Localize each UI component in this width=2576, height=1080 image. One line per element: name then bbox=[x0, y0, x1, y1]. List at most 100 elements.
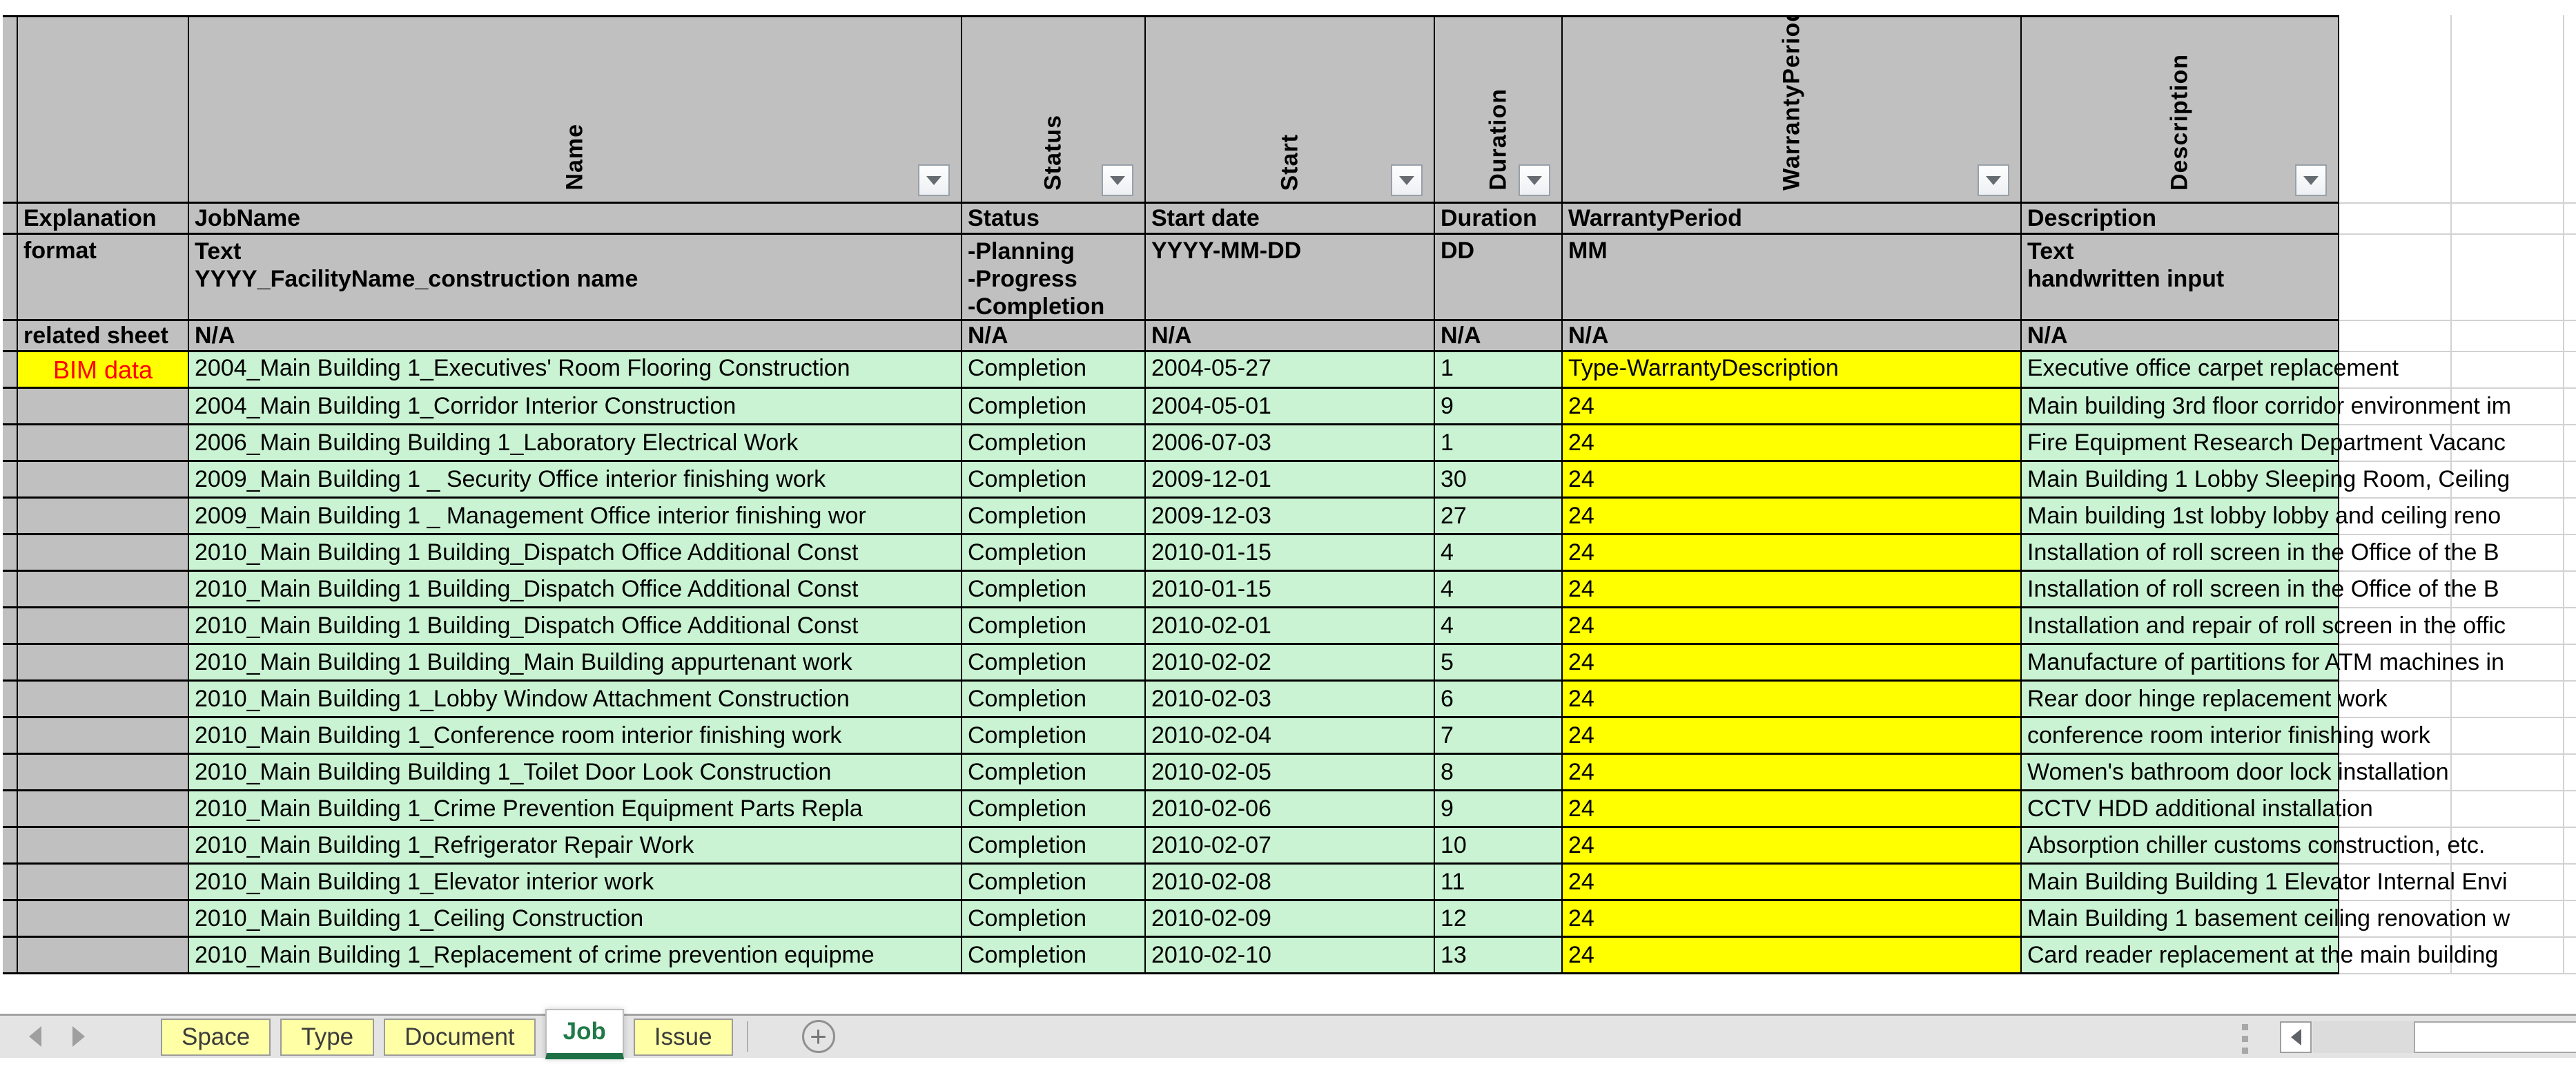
format-start[interactable]: YYYY-MM-DD bbox=[1146, 235, 1435, 321]
bim-data-parameter-label[interactable]: BIM data parameter bbox=[18, 352, 189, 389]
cell-start[interactable]: 2010-02-08 bbox=[1146, 865, 1435, 901]
tab-scroll-right-icon[interactable] bbox=[72, 1026, 85, 1047]
cell-start[interactable]: 2006-07-03 bbox=[1146, 425, 1435, 462]
row-label-cell[interactable] bbox=[18, 901, 189, 938]
cell-duration[interactable]: 12 bbox=[1435, 901, 1563, 938]
cell-name[interactable]: 2010_Main Building 1_Lobby Window Attach… bbox=[189, 682, 962, 718]
cell-description[interactable]: conference room interior finishing work bbox=[2022, 718, 2339, 755]
cell-name[interactable]: 2010_Main Building 1_Elevator interior w… bbox=[189, 865, 962, 901]
explanation-label[interactable]: Explanation bbox=[18, 204, 189, 235]
cell-description[interactable]: Installation and repair of roll screen i… bbox=[2022, 608, 2339, 645]
hscroll-thumb[interactable] bbox=[2414, 1021, 2576, 1053]
empty-cell[interactable] bbox=[2564, 462, 2576, 499]
related-description[interactable]: N/A bbox=[2022, 321, 2339, 352]
stub-cell[interactable] bbox=[3, 462, 18, 499]
row-label-cell[interactable] bbox=[18, 535, 189, 572]
header-cell-start[interactable]: Start bbox=[1146, 15, 1435, 204]
cell-warranty[interactable]: 24 bbox=[1563, 608, 2022, 645]
cell-start[interactable]: 2010-02-03 bbox=[1146, 682, 1435, 718]
cell-status[interactable]: Completion bbox=[962, 938, 1146, 974]
stub-cell[interactable] bbox=[3, 572, 18, 608]
format-warranty[interactable]: MM bbox=[1563, 235, 2022, 321]
empty-cell[interactable] bbox=[2564, 389, 2576, 425]
cell-warranty[interactable]: 24 bbox=[1563, 865, 2022, 901]
stub-cell[interactable] bbox=[3, 901, 18, 938]
cell-warranty[interactable]: 24 bbox=[1563, 425, 2022, 462]
row-label-cell[interactable] bbox=[18, 572, 189, 608]
cell-duration[interactable]: 4 bbox=[1435, 535, 1563, 572]
cell-warranty[interactable]: 24 bbox=[1563, 938, 2022, 974]
cell-description[interactable]: Absorption chiller customs construction,… bbox=[2022, 828, 2339, 865]
stub-cell[interactable] bbox=[3, 791, 18, 828]
related-duration[interactable]: N/A bbox=[1435, 321, 1563, 352]
cell-duration[interactable]: 1 bbox=[1435, 425, 1563, 462]
cell-name[interactable]: 2010_Main Building 1 Building_Dispatch O… bbox=[189, 572, 962, 608]
filter-dropdown-icon[interactable] bbox=[1391, 164, 1423, 196]
row-label-cell[interactable] bbox=[18, 682, 189, 718]
row-label-cell[interactable] bbox=[18, 389, 189, 425]
empty-cell[interactable] bbox=[2564, 865, 2576, 901]
cell-name[interactable]: 2010_Main Building 1_Crime Prevention Eq… bbox=[189, 791, 962, 828]
format-description[interactable]: Text handwritten input bbox=[2022, 235, 2339, 321]
filter-dropdown-icon[interactable] bbox=[2295, 164, 2327, 196]
stub-cell[interactable] bbox=[3, 15, 18, 204]
cell-name[interactable]: 2010_Main Building Building 1_Toilet Doo… bbox=[189, 755, 962, 791]
empty-cell[interactable] bbox=[2564, 204, 2576, 235]
row-label-cell[interactable] bbox=[18, 791, 189, 828]
empty-cell[interactable] bbox=[2452, 352, 2564, 389]
cell-warranty[interactable]: 24 bbox=[1563, 755, 2022, 791]
cell-duration[interactable]: 7 bbox=[1435, 718, 1563, 755]
cell-warranty[interactable]: 24 bbox=[1563, 791, 2022, 828]
cell-duration[interactable]: 27 bbox=[1435, 499, 1563, 535]
related-warranty[interactable]: N/A bbox=[1563, 321, 2022, 352]
related-start[interactable]: N/A bbox=[1146, 321, 1435, 352]
cell-duration[interactable]: 11 bbox=[1435, 865, 1563, 901]
cell-warranty[interactable]: 24 bbox=[1563, 462, 2022, 499]
cell-start[interactable]: 2004-05-27 bbox=[1146, 352, 1435, 389]
related-status[interactable]: N/A bbox=[962, 321, 1146, 352]
stub-cell[interactable] bbox=[3, 828, 18, 865]
cell-duration[interactable]: 9 bbox=[1435, 389, 1563, 425]
format-label[interactable]: format bbox=[18, 235, 189, 321]
header-cell-status[interactable]: Status bbox=[962, 15, 1146, 204]
cell-description[interactable]: Card reader replacement at the main buil… bbox=[2022, 938, 2339, 974]
cell-warranty[interactable]: 24 bbox=[1563, 828, 2022, 865]
cell-status[interactable]: Completion bbox=[962, 572, 1146, 608]
cell-start[interactable]: 2010-01-15 bbox=[1146, 535, 1435, 572]
cell-warranty[interactable]: 24 bbox=[1563, 718, 2022, 755]
row-label-cell[interactable] bbox=[18, 608, 189, 645]
row-label-cell[interactable] bbox=[18, 425, 189, 462]
cell-status[interactable]: Completion bbox=[962, 682, 1146, 718]
stub-cell[interactable] bbox=[3, 535, 18, 572]
cell-start[interactable]: 2010-02-06 bbox=[1146, 791, 1435, 828]
cell-start[interactable]: 2010-02-04 bbox=[1146, 718, 1435, 755]
cell-start[interactable]: 2004-05-01 bbox=[1146, 389, 1435, 425]
stub-cell[interactable] bbox=[3, 865, 18, 901]
stub-cell[interactable] bbox=[3, 718, 18, 755]
empty-cell[interactable] bbox=[2564, 235, 2576, 321]
tab-scroll-left-icon[interactable] bbox=[29, 1026, 41, 1047]
stub-cell[interactable] bbox=[3, 321, 18, 352]
cell-duration[interactable]: 4 bbox=[1435, 608, 1563, 645]
format-status[interactable]: -Planning -Progress -Completion bbox=[962, 235, 1146, 321]
cell-duration[interactable]: 9 bbox=[1435, 791, 1563, 828]
empty-cell[interactable] bbox=[2564, 828, 2576, 865]
cell-warranty[interactable]: 24 bbox=[1563, 535, 2022, 572]
cell-description[interactable]: Installation of roll screen in the Offic… bbox=[2022, 572, 2339, 608]
cell-name[interactable]: 2004_Main Building 1_Corridor Interior C… bbox=[189, 389, 962, 425]
cell-warranty[interactable]: 24 bbox=[1563, 572, 2022, 608]
empty-cell[interactable] bbox=[2564, 682, 2576, 718]
sheet-tab-type[interactable]: Type bbox=[280, 1019, 374, 1056]
cell-name[interactable]: 2010_Main Building 1_Refrigerator Repair… bbox=[189, 828, 962, 865]
cell-description[interactable]: Installation of roll screen in the Offic… bbox=[2022, 535, 2339, 572]
cell-start[interactable]: 2010-02-05 bbox=[1146, 755, 1435, 791]
cell-description[interactable]: Main building 1st lobby lobby and ceilin… bbox=[2022, 499, 2339, 535]
cell-status[interactable]: Completion bbox=[962, 425, 1146, 462]
cell-warranty[interactable]: Type-WarrantyDescription bbox=[1563, 352, 2022, 389]
hscroll-track[interactable] bbox=[2313, 1021, 2576, 1053]
cell-description[interactable]: CCTV HDD additional installation bbox=[2022, 791, 2339, 828]
cell-duration[interactable]: 4 bbox=[1435, 572, 1563, 608]
sheet-tab-job[interactable]: Job bbox=[545, 1009, 624, 1059]
empty-cell[interactable] bbox=[2452, 204, 2564, 235]
cell-start[interactable]: 2009-12-01 bbox=[1146, 462, 1435, 499]
